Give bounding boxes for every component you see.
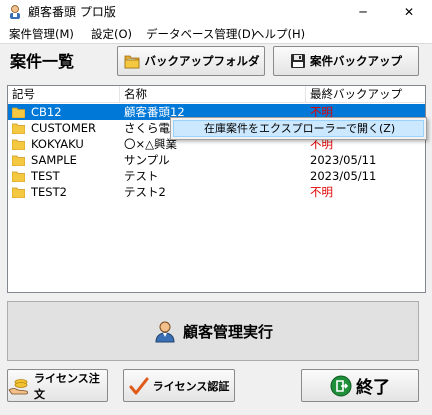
row-code: SAMPLE xyxy=(31,153,77,167)
row-name: テスト xyxy=(124,169,159,183)
list-row[interactable]: SAMPLE サンプル 2023/05/11 xyxy=(8,152,425,168)
run-customer-management-label: 顧客管理実行 xyxy=(182,322,273,341)
folder-icon xyxy=(12,155,25,166)
menu-settings[interactable]: 設定(O) xyxy=(91,26,132,42)
exit-label: 終了 xyxy=(356,378,390,398)
folder-icon xyxy=(12,139,25,150)
list-row[interactable]: TEST2 テスト2 不明 xyxy=(8,184,425,200)
context-menu: 在庫案件をエクスプローラーで開く(Z) xyxy=(170,117,427,140)
title-bar: 顧客番頭 プロ版 ─ ✕ xyxy=(0,0,432,24)
row-name: テスト2 xyxy=(124,185,166,199)
row-last-backup: 2023/05/11 xyxy=(310,169,377,183)
close-icon: ✕ xyxy=(403,5,415,19)
backup-case-button[interactable]: 案件バックアップ xyxy=(273,46,419,76)
checkmark-icon xyxy=(129,376,149,396)
menu-database[interactable]: データベース管理(D) xyxy=(146,26,255,42)
license-order-button[interactable]: ライセンス注文 xyxy=(7,369,108,402)
row-last-backup: 2023/05/11 xyxy=(310,153,377,167)
list-header: 記号 名称 最終バックアップ xyxy=(8,86,425,103)
folder-icon xyxy=(12,187,25,198)
column-header-code[interactable]: 記号 xyxy=(8,86,120,103)
run-customer-management-button[interactable]: 顧客管理実行 xyxy=(7,301,419,361)
user-icon xyxy=(153,319,177,343)
row-code: TEST2 xyxy=(31,185,67,199)
column-header-name[interactable]: 名称 xyxy=(120,86,306,103)
minimize-icon: ─ xyxy=(359,5,367,19)
hand-coins-icon xyxy=(8,376,30,396)
backup-case-label: 案件バックアップ xyxy=(310,54,402,68)
context-menu-item-open-explorer[interactable]: 在庫案件をエクスプローラーで開く(Z) xyxy=(173,120,424,137)
column-header-last-backup[interactable]: 最終バックアップ xyxy=(306,86,425,103)
page-title: 案件一覧 xyxy=(10,52,75,71)
exit-button[interactable]: 終了 xyxy=(301,369,419,402)
folder-icon xyxy=(123,52,141,70)
backup-folder-button[interactable]: バックアップフォルダ xyxy=(117,46,265,76)
row-code: CB12 xyxy=(31,105,62,119)
license-auth-label: ライセンス認証 xyxy=(152,379,230,393)
menu-bar: 案件管理(M) 設定(O) データベース管理(D) ヘルプ(H) xyxy=(0,24,432,44)
floppy-disk-icon xyxy=(290,53,306,69)
row-last-backup: 不明 xyxy=(310,185,333,199)
folder-icon xyxy=(12,171,25,182)
close-button[interactable]: ✕ xyxy=(386,0,432,24)
row-code: CUSTOMER xyxy=(31,121,97,135)
app-icon xyxy=(7,4,23,20)
app-window: 顧客番頭 プロ版 ─ ✕ 案件管理(M) 設定(O) データベース管理(D) ヘ… xyxy=(0,0,432,415)
menu-help[interactable]: ヘルプ(H) xyxy=(253,26,305,42)
exit-icon xyxy=(330,375,352,397)
menu-case-management[interactable]: 案件管理(M) xyxy=(9,26,74,42)
license-order-label: ライセンス注文 xyxy=(34,371,100,401)
row-name: サンプル xyxy=(124,153,170,167)
minimize-button[interactable]: ─ xyxy=(340,0,386,24)
window-title: 顧客番頭 プロ版 xyxy=(28,5,116,19)
row-code: TEST xyxy=(31,169,60,183)
folder-icon xyxy=(12,107,25,118)
license-auth-button[interactable]: ライセンス認証 xyxy=(123,369,235,402)
folder-icon xyxy=(12,123,25,134)
backup-folder-label: バックアップフォルダ xyxy=(144,54,260,68)
list-row[interactable]: TEST テスト 2023/05/11 xyxy=(8,168,425,184)
row-code: KOKYAKU xyxy=(31,137,84,151)
